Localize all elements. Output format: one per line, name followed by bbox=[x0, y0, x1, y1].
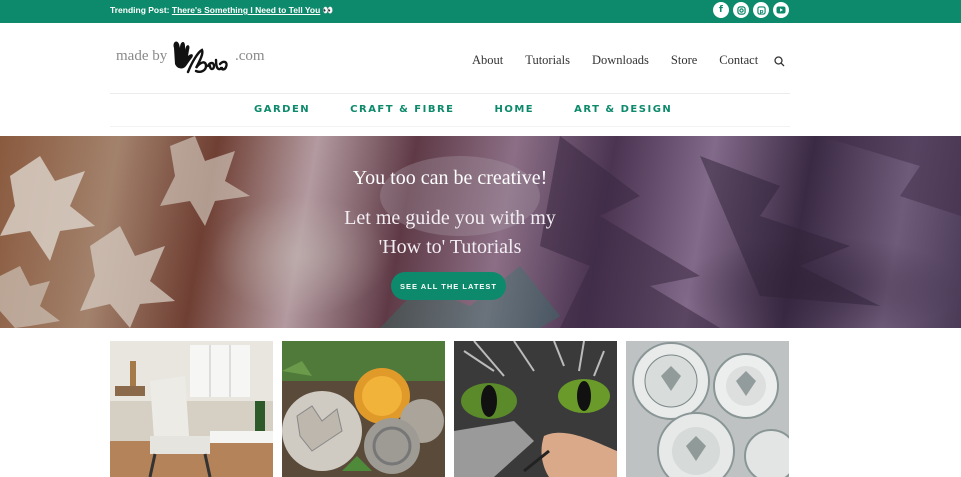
social-links: f p bbox=[713, 2, 789, 18]
logo-prefix: made by bbox=[116, 48, 168, 64]
post-card-chair[interactable] bbox=[110, 341, 273, 477]
post-card-plates[interactable] bbox=[626, 341, 789, 477]
hero-subheadline-1: Let me guide you with my bbox=[344, 207, 556, 229]
post-card-cat-drawing[interactable] bbox=[454, 341, 617, 477]
top-bar: Trending Post: There's Something I Need … bbox=[0, 0, 961, 23]
post-thumbnail-cat-drawing bbox=[454, 341, 617, 477]
search-button[interactable] bbox=[774, 54, 785, 72]
category-art-design[interactable]: ART & DESIGN bbox=[574, 104, 672, 115]
category-garden[interactable]: GARDEN bbox=[254, 104, 310, 115]
trending-post: Trending Post: There's Something I Need … bbox=[110, 5, 333, 16]
post-card-garden-spheres[interactable] bbox=[282, 341, 445, 477]
main-nav: About Tutorials Downloads Store Contact bbox=[472, 53, 758, 68]
category-craft-fibre[interactable]: CRAFT & FIBRE bbox=[350, 104, 454, 115]
youtube-icon[interactable] bbox=[773, 2, 789, 18]
post-thumbnail-chair bbox=[110, 341, 273, 477]
nav-item-about[interactable]: About bbox=[472, 53, 503, 68]
nav-item-store[interactable]: Store bbox=[671, 53, 697, 68]
facebook-icon[interactable]: f bbox=[713, 2, 729, 18]
category-home[interactable]: HOME bbox=[494, 104, 534, 115]
see-all-latest-button[interactable]: SEE ALL THE LATEST bbox=[391, 272, 506, 300]
site-logo[interactable]: made by .com bbox=[116, 38, 276, 82]
logo-handprint-icon bbox=[173, 41, 228, 74]
trending-label: Trending Post: bbox=[110, 5, 170, 15]
pinterest-icon[interactable]: p bbox=[753, 2, 769, 18]
logo-suffix: .com bbox=[235, 48, 265, 64]
header-divider bbox=[110, 93, 790, 94]
post-thumbnail-garden-spheres bbox=[282, 341, 445, 477]
post-thumbnail-plates bbox=[626, 341, 789, 477]
nav-item-downloads[interactable]: Downloads bbox=[592, 53, 649, 68]
nav-item-contact[interactable]: Contact bbox=[719, 53, 758, 68]
trending-emoji: 👀 bbox=[322, 5, 334, 15]
instagram-icon[interactable] bbox=[733, 2, 749, 18]
nav-item-tutorials[interactable]: Tutorials bbox=[525, 53, 570, 68]
svg-text:p: p bbox=[759, 8, 763, 14]
hero-headline: You too can be creative! bbox=[352, 167, 548, 189]
trending-post-link[interactable]: There's Something I Need to Tell You bbox=[172, 5, 320, 15]
hero-subheadline-2: 'How to' Tutorials bbox=[378, 236, 522, 258]
search-icon bbox=[774, 56, 785, 67]
category-divider bbox=[110, 126, 790, 127]
category-nav: GARDEN CRAFT & FIBRE HOME ART & DESIGN bbox=[254, 104, 672, 115]
